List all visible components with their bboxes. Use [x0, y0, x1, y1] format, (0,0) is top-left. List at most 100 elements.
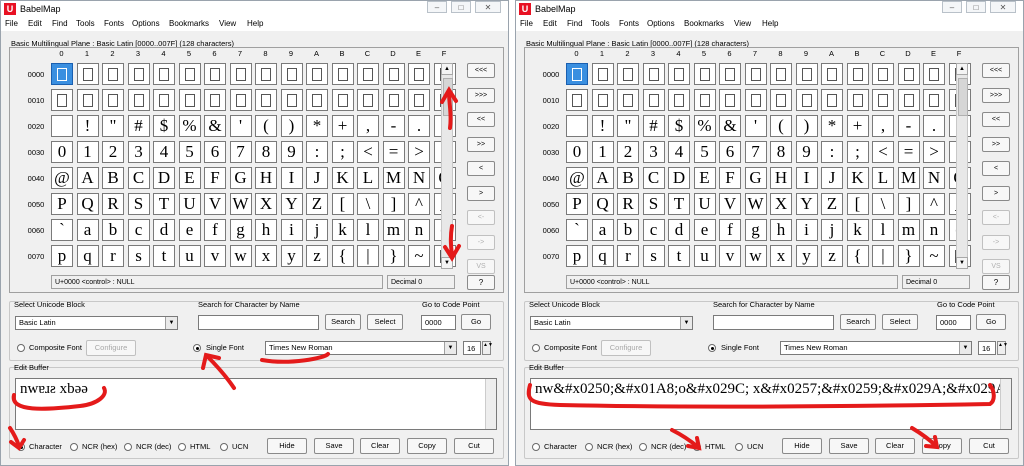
nav-button-8[interactable]: VS [982, 259, 1010, 274]
char-cell[interactable]: [ [846, 193, 869, 215]
search-button[interactable]: Search [840, 314, 876, 330]
char-cell[interactable]: Z [821, 193, 843, 215]
nav-button-2[interactable]: << [982, 112, 1010, 127]
char-cell[interactable]: V [719, 193, 741, 215]
char-cell[interactable]: x [770, 245, 792, 267]
char-cell[interactable]: s [127, 245, 150, 267]
char-cell[interactable]: ! [591, 115, 614, 137]
goto-input[interactable]: 0000 [421, 315, 456, 330]
single-font-radio[interactable] [193, 344, 201, 352]
char-cell[interactable] [566, 115, 588, 137]
char-cell[interactable]: G [744, 167, 767, 189]
char-cell[interactable]: Q [76, 193, 99, 215]
char-cell[interactable] [744, 89, 767, 111]
menu-view[interactable]: View [734, 19, 751, 28]
char-cell[interactable] [872, 89, 894, 111]
char-cell[interactable]: i [280, 219, 303, 241]
char-cell[interactable] [408, 63, 430, 85]
font-select[interactable]: Times New Roman ▼ [265, 341, 457, 355]
char-cell[interactable]: & [204, 115, 226, 137]
char-cell[interactable] [382, 63, 405, 85]
char-cell[interactable]: ' [229, 115, 252, 137]
block-select[interactable]: Basic Latin ▼ [530, 316, 693, 330]
char-cell[interactable]: [ [331, 193, 354, 215]
char-cell[interactable]: u [693, 245, 716, 267]
nav-button-7[interactable]: -> [467, 234, 495, 250]
scroll-thumb[interactable] [958, 78, 968, 116]
char-cell[interactable]: c [127, 219, 150, 241]
char-cell[interactable]: R [102, 193, 124, 215]
char-cell[interactable]: 6 [204, 141, 226, 163]
radio-ncr-dec[interactable] [639, 443, 647, 451]
char-cell[interactable]: * [306, 115, 328, 137]
char-cell[interactable] [642, 89, 665, 111]
cut-button[interactable]: Cut [969, 438, 1009, 454]
char-cell[interactable]: u [178, 245, 201, 267]
char-cell[interactable]: @ [51, 167, 73, 189]
char-cell[interactable]: l [872, 219, 894, 241]
char-cell[interactable] [693, 89, 716, 111]
menu-find[interactable]: Find [567, 19, 583, 28]
char-cell[interactable]: ` [566, 219, 588, 241]
char-cell[interactable] [408, 89, 430, 111]
char-cell[interactable] [76, 63, 99, 85]
char-cell[interactable]: ^ [408, 193, 430, 215]
char-cell[interactable] [846, 89, 869, 111]
radio-character[interactable] [17, 443, 25, 451]
save-button[interactable]: Save [829, 438, 869, 454]
help-button[interactable]: ? [982, 275, 1010, 290]
font-size-spinner[interactable]: ▲▼ [482, 341, 493, 355]
char-cell[interactable]: 5 [693, 141, 716, 163]
nav-button-1[interactable]: >>> [467, 87, 495, 103]
radio-character[interactable] [532, 443, 540, 451]
help-button[interactable]: ? [467, 275, 495, 290]
char-cell[interactable]: T [153, 193, 175, 215]
char-cell[interactable] [51, 89, 73, 111]
radio-ucn[interactable] [220, 443, 228, 451]
radio-ncr-dec[interactable] [124, 443, 132, 451]
char-cell[interactable]: N [923, 167, 945, 189]
edit-buffer[interactable]: nwɐɹƨ xbǝǝ [15, 378, 497, 430]
char-cell[interactable] [204, 89, 226, 111]
edit-buffer-scrollbar[interactable] [485, 379, 496, 429]
char-cell[interactable]: % [178, 115, 201, 137]
grid-scrollbar[interactable]: ▲ ▼ [956, 63, 968, 269]
char-cell[interactable]: " [102, 115, 124, 137]
nav-button-0[interactable]: <<< [982, 63, 1010, 78]
char-cell[interactable]: ^ [923, 193, 945, 215]
combo-arrow-icon[interactable]: ▼ [444, 342, 456, 354]
nav-button-7[interactable]: -> [982, 234, 1010, 250]
hide-button[interactable]: Hide [782, 438, 822, 454]
char-cell[interactable]: I [795, 167, 818, 189]
char-cell[interactable]: M [382, 167, 405, 189]
char-cell[interactable]: A [591, 167, 614, 189]
char-cell[interactable]: z [821, 245, 843, 267]
char-cell[interactable]: \ [872, 193, 894, 215]
char-cell[interactable]: n [408, 219, 430, 241]
char-cell[interactable]: v [204, 245, 226, 267]
menu-find[interactable]: Find [52, 19, 68, 28]
nav-button-6[interactable]: <- [982, 210, 1010, 225]
scroll-up-icon[interactable]: ▲ [441, 63, 453, 75]
char-cell[interactable] [719, 89, 741, 111]
char-cell[interactable]: a [76, 219, 99, 241]
char-cell[interactable]: 4 [153, 141, 175, 163]
configure-button[interactable]: Configure [86, 340, 136, 356]
char-cell[interactable]: ` [51, 219, 73, 241]
nav-button-1[interactable]: >>> [982, 87, 1010, 103]
search-button[interactable]: Search [325, 314, 361, 330]
char-cell[interactable]: x [255, 245, 277, 267]
maximize-icon[interactable]: □ [451, 1, 471, 13]
char-cell[interactable]: C [127, 167, 150, 189]
clear-button[interactable]: Clear [875, 438, 915, 454]
char-cell[interactable]: n [923, 219, 945, 241]
char-cell[interactable]: K [846, 167, 869, 189]
char-cell[interactable]: ; [846, 141, 869, 163]
char-cell[interactable]: k [846, 219, 869, 241]
char-cell[interactable]: v [719, 245, 741, 267]
char-cell[interactable]: * [821, 115, 843, 137]
char-cell[interactable] [617, 63, 639, 85]
char-cell[interactable]: N [408, 167, 430, 189]
char-cell[interactable] [357, 89, 379, 111]
char-cell[interactable]: p [51, 245, 73, 267]
